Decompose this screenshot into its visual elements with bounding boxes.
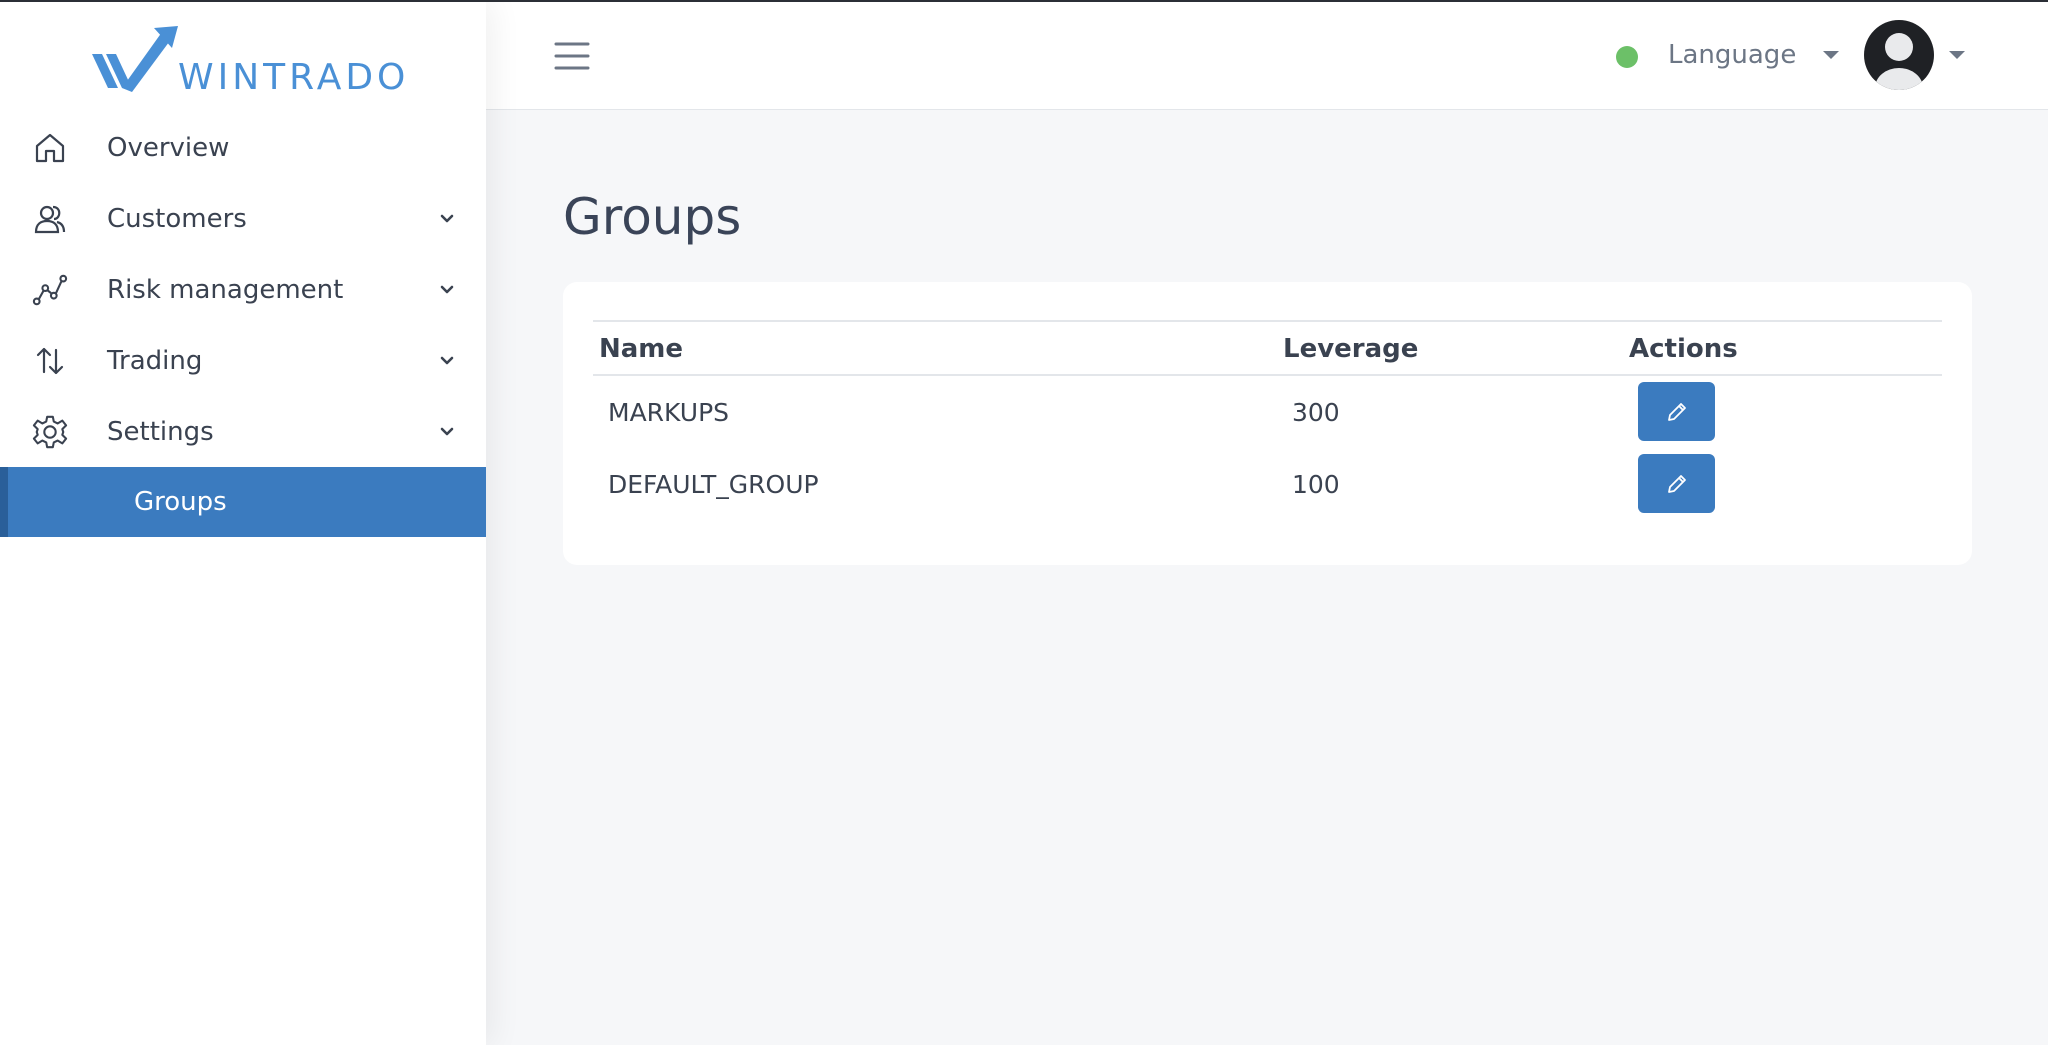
sidebar-item-label: Trading <box>107 345 203 376</box>
window-top-border <box>0 0 2048 2</box>
language-dropdown[interactable]: Language <box>1668 40 1796 70</box>
chart-line-icon <box>32 272 68 308</box>
sidebar-item-settings[interactable]: Settings <box>0 396 486 467</box>
home-icon <box>32 130 68 166</box>
caret-down-icon[interactable] <box>1948 49 1966 61</box>
chevron-down-icon <box>440 356 454 364</box>
sidebar-item-customers[interactable]: Customers <box>0 183 486 254</box>
edit-button[interactable] <box>1638 382 1715 441</box>
sidebar-item-risk-management[interactable]: Risk management <box>0 254 486 325</box>
brand-name: WINTRADO <box>178 57 410 98</box>
table-row: MARKUPS 300 <box>593 376 1942 448</box>
leverage-cell: 300 <box>1292 398 1340 427</box>
sidebar-item-label: Settings <box>107 416 214 447</box>
chevron-down-icon <box>440 427 454 435</box>
sidebar-item-label: Risk management <box>107 274 344 305</box>
logo-mark-icon <box>92 26 178 92</box>
pencil-icon <box>1667 474 1686 493</box>
hamburger-icon[interactable] <box>554 40 590 72</box>
groups-table: Name Leverage Actions MARKUPS 300 DEFAUL… <box>593 320 1942 520</box>
online-status-indicator <box>1616 46 1638 68</box>
brand-logo[interactable]: WINTRADO <box>92 22 412 98</box>
column-header-actions: Actions <box>1629 334 1738 364</box>
table-row: DEFAULT_GROUP 100 <box>593 448 1942 520</box>
arrows-up-down-icon <box>32 343 68 379</box>
group-name-cell: MARKUPS <box>608 398 730 427</box>
chevron-down-icon <box>440 214 454 222</box>
sidebar-item-overview[interactable]: Overview <box>0 112 486 183</box>
sidebar: WINTRADO Overview Customers Risk managem… <box>0 2 486 1045</box>
groups-card: Name Leverage Actions MARKUPS 300 DEFAUL… <box>563 282 1972 565</box>
pencil-icon <box>1667 402 1686 421</box>
top-bar: Language <box>486 2 2048 110</box>
sidebar-item-label: Overview <box>107 132 230 163</box>
leverage-cell: 100 <box>1292 470 1340 499</box>
column-header-name: Name <box>599 334 684 364</box>
sidebar-item-trading[interactable]: Trading <box>0 325 486 396</box>
caret-down-icon[interactable] <box>1822 49 1840 61</box>
chevron-down-icon <box>440 285 454 293</box>
edit-button[interactable] <box>1638 454 1715 513</box>
page-title: Groups <box>563 188 742 246</box>
table-header: Name Leverage Actions <box>593 322 1942 376</box>
users-icon <box>32 201 68 237</box>
sidebar-nav: Overview Customers Risk management Tradi… <box>0 112 486 537</box>
sidebar-subitem-groups[interactable]: Groups <box>0 467 486 537</box>
gear-icon <box>32 414 68 450</box>
group-name-cell: DEFAULT_GROUP <box>608 470 819 499</box>
column-header-leverage: Leverage <box>1283 334 1419 364</box>
sidebar-item-label: Customers <box>107 203 247 234</box>
user-avatar-icon[interactable] <box>1864 20 1934 90</box>
sidebar-subitem-label: Groups <box>134 487 227 517</box>
